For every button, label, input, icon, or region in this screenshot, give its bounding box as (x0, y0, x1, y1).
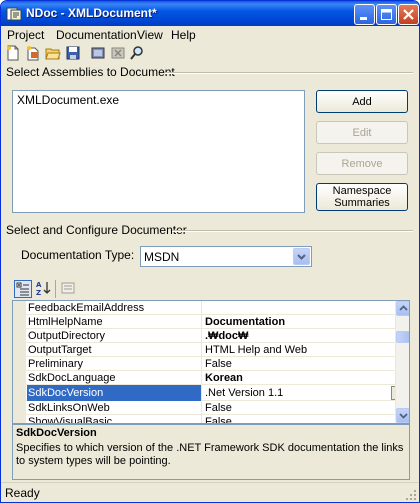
property-name: Preliminary (27, 357, 202, 371)
menu-view[interactable]: View (137, 28, 163, 42)
property-value[interactable]: False (205, 401, 395, 415)
property-description-panel: SdkDocVersion Specifies to which version… (12, 424, 410, 480)
save-icon[interactable] (65, 45, 81, 61)
property-row-feedback-email[interactable]: FeedbackEmailAddress (26, 301, 395, 315)
property-name: ShowVisualBasic (27, 415, 202, 423)
menu-project[interactable]: Project (7, 28, 44, 42)
add-button[interactable]: Add (316, 90, 408, 113)
window-title: NDoc - XMLDocument* (26, 6, 157, 20)
alphabetical-icon: AZ (36, 281, 51, 297)
property-row-htmlhelp-name[interactable]: HtmlHelpName Documentation (26, 315, 395, 329)
property-row-sdk-doc-language[interactable]: SdkDocLanguage Korean (26, 371, 395, 385)
alphabetical-button[interactable]: AZ (35, 280, 53, 298)
property-row-output-directory[interactable]: OutputDirectory .₩doc₩ (26, 329, 395, 343)
build-icon[interactable] (90, 45, 106, 61)
app-window: NDoc - XMLDocument* Project Documentatio… (0, 0, 420, 503)
namespace-summaries-button[interactable]: Namespace Summaries (316, 183, 408, 211)
property-name: SdkLinksOnWeb (27, 401, 202, 415)
categorized-button[interactable] (14, 280, 32, 298)
status-text: Ready (5, 486, 40, 500)
scroll-up-button[interactable] (396, 301, 409, 316)
property-value[interactable]: Korean (205, 371, 395, 385)
property-value[interactable] (205, 301, 395, 315)
property-value[interactable]: .₩doc₩ (205, 329, 395, 343)
maximize-icon (381, 9, 392, 20)
scroll-thumb[interactable] (396, 331, 409, 343)
menu-help[interactable]: Help (171, 28, 196, 42)
menu-project-label: Project (7, 28, 45, 42)
property-row-show-visual-basic[interactable]: ShowVisualBasic False (26, 415, 395, 423)
new-from-solution-icon[interactable] (25, 45, 41, 61)
documentation-type-value: MSDN (144, 250, 180, 264)
assembly-list[interactable]: XMLDocument.exe (12, 90, 305, 213)
toolbar-separator (55, 280, 56, 298)
property-value[interactable]: HTML Help and Web (205, 343, 395, 357)
scroll-down-button[interactable] (396, 408, 409, 423)
property-grid-scrollbar[interactable] (395, 301, 409, 423)
ndoc-app-icon (6, 7, 22, 21)
property-row-output-target[interactable]: OutputTarget HTML Help and Web (26, 343, 395, 357)
new-file-icon[interactable] (5, 45, 21, 61)
menu-documentation[interactable]: Documentation (56, 28, 137, 42)
remove-button[interactable]: Remove (316, 152, 408, 175)
assembly-list-item[interactable]: XMLDocument.exe (17, 93, 119, 107)
property-name: SdkDocLanguage (27, 371, 202, 385)
property-pages-icon (61, 282, 75, 294)
property-value[interactable]: Documentation (205, 315, 395, 329)
property-value[interactable]: .Net Version 1.1 (205, 385, 395, 401)
categorized-icon (16, 282, 29, 296)
chevron-up-icon (399, 305, 408, 311)
close-icon (403, 9, 414, 20)
description-title: SdkDocVersion (16, 427, 97, 439)
property-row-sdk-doc-version[interactable]: SdkDocVersion .Net Version 1.1 (26, 385, 406, 401)
property-value[interactable]: False (205, 357, 395, 371)
menu-bar: Project Documentation View Help (1, 26, 419, 44)
property-name: SdkDocVersion (27, 385, 202, 401)
assemblies-group-label: Select Assemblies to Document (6, 65, 175, 79)
menu-documentation-label: Documentation (56, 28, 137, 42)
property-grid-toolbar: AZ (12, 278, 410, 300)
property-row-preliminary[interactable]: Preliminary False (26, 357, 395, 371)
open-folder-icon[interactable] (45, 45, 61, 61)
maximize-button[interactable] (376, 4, 397, 25)
documenter-group-label: Select and Configure Documenter (6, 223, 187, 237)
documenter-group-divider (172, 230, 413, 232)
close-button[interactable] (398, 4, 419, 25)
documentation-type-label: Documentation Type: (21, 248, 135, 262)
status-bar: Ready (1, 482, 419, 502)
svg-text:Z: Z (36, 289, 41, 296)
property-name: FeedbackEmailAddress (27, 301, 202, 315)
property-name: OutputDirectory (27, 329, 202, 343)
toolbar (1, 45, 419, 63)
property-value[interactable]: False (205, 415, 395, 423)
svg-text:A: A (36, 281, 42, 289)
assemblies-group-divider (165, 72, 413, 74)
dropdown-button[interactable] (293, 248, 310, 265)
property-grid-margin (13, 301, 26, 423)
chevron-down-icon (399, 413, 408, 419)
property-row-sdk-links-on-web[interactable]: SdkLinksOnWeb False (26, 401, 395, 415)
resize-grip-icon[interactable] (405, 489, 417, 501)
property-grid[interactable]: FeedbackEmailAddress HtmlHelpName Docume… (12, 300, 410, 424)
menu-help-label: Help (171, 28, 196, 42)
minimize-icon (360, 17, 367, 20)
chevron-down-icon (297, 254, 306, 260)
documentation-type-select[interactable]: MSDN (140, 246, 312, 267)
cancel-build-icon[interactable] (110, 45, 126, 61)
property-name: OutputTarget (27, 343, 202, 357)
view-docs-icon[interactable] (129, 45, 145, 61)
property-name: HtmlHelpName (27, 315, 202, 329)
title-bar[interactable]: NDoc - XMLDocument* (1, 1, 419, 26)
description-text: Specifies to which version of the .NET F… (16, 442, 404, 467)
property-pages-button[interactable] (60, 280, 78, 298)
minimize-button[interactable] (354, 4, 375, 25)
menu-view-label: View (137, 28, 163, 42)
edit-button[interactable]: Edit (316, 121, 408, 144)
